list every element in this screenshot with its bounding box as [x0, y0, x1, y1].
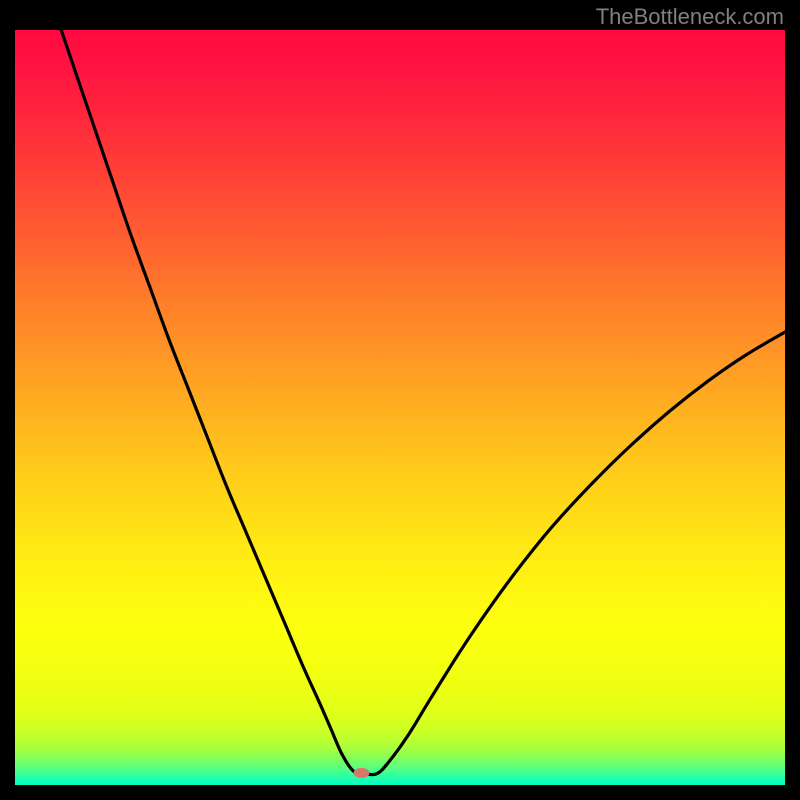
watermark-label: TheBottleneck.com — [596, 4, 784, 30]
gradient-background — [15, 30, 785, 785]
optimum-marker — [354, 768, 370, 778]
bottleneck-chart — [15, 30, 785, 785]
chart-frame — [15, 30, 785, 785]
